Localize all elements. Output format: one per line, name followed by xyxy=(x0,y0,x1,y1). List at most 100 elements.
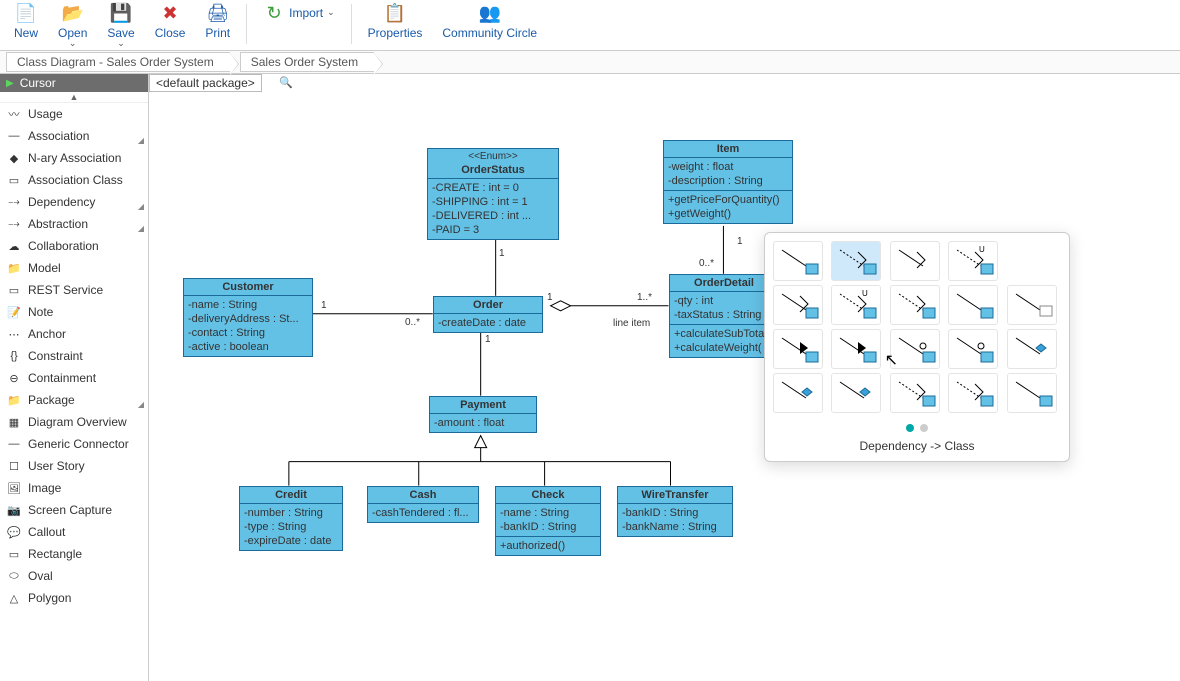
mult-label: 1 xyxy=(499,248,505,259)
palette-item-rectangle[interactable]: ▭Rectangle xyxy=(0,543,148,565)
community-button[interactable]: 👥Community Circle xyxy=(432,2,547,40)
palette-item-icon: — xyxy=(6,438,22,450)
palette-header[interactable]: ▶Cursor xyxy=(0,74,148,92)
palette-item-note[interactable]: 📝Note xyxy=(0,301,148,323)
palette-item-association-class[interactable]: ▭Association Class xyxy=(0,169,148,191)
class-cash[interactable]: Cash -cashTendered : fl... xyxy=(367,486,479,523)
resource-cell[interactable] xyxy=(831,373,881,413)
palette-item-constraint[interactable]: {}Constraint xyxy=(0,345,148,367)
mult-label: 0..* xyxy=(405,317,420,328)
resource-cell[interactable] xyxy=(948,285,998,325)
palette-item-icon: 📁 xyxy=(6,262,22,274)
palette-item-callout[interactable]: 💬Callout xyxy=(0,521,148,543)
pager-dots[interactable] xyxy=(773,421,1061,435)
class-member: -type : String xyxy=(244,520,338,534)
resource-cell[interactable] xyxy=(948,329,998,369)
resource-cell[interactable] xyxy=(890,285,940,325)
class-check[interactable]: Check -name : String-bankID : String +au… xyxy=(495,486,601,556)
palette-item-model[interactable]: 📁Model xyxy=(0,257,148,279)
resource-cell[interactable] xyxy=(1007,373,1057,413)
class-order[interactable]: Order -createDate : date xyxy=(433,296,543,333)
resource-cell[interactable] xyxy=(831,241,881,281)
palette-item-icon: ☁ xyxy=(6,240,22,252)
close-icon: ✖ xyxy=(159,2,181,24)
resource-cell[interactable] xyxy=(831,329,881,369)
palette-item-icon: ▭ xyxy=(6,548,22,560)
resource-picker-popup: UU Dependency -> Class xyxy=(764,232,1070,462)
palette-item-n-ary-association[interactable]: ◆N-ary Association xyxy=(0,147,148,169)
palette-item-anchor[interactable]: ⋯Anchor xyxy=(0,323,148,345)
palette-item-generic-connector[interactable]: —Generic Connector xyxy=(0,433,148,455)
palette-item-oval[interactable]: ⬭Oval xyxy=(0,565,148,587)
class-title: Order xyxy=(434,297,542,314)
class-orderdetail[interactable]: OrderDetail -qty : int-taxStatus : Strin… xyxy=(669,274,779,358)
class-customer[interactable]: Customer -name : String-deliveryAddress … xyxy=(183,278,313,357)
class-member: -amount : float xyxy=(434,416,532,430)
mult-label: 1..* xyxy=(637,292,652,303)
resource-cell[interactable] xyxy=(773,329,823,369)
resource-cell[interactable] xyxy=(1007,285,1057,325)
resource-cell[interactable]: U xyxy=(948,241,998,281)
palette-item-icon: 📝 xyxy=(6,306,22,318)
palette-item-icon: ⊖ xyxy=(6,372,22,384)
resource-cell[interactable] xyxy=(773,373,823,413)
resource-cell[interactable] xyxy=(773,285,823,325)
class-member: -qty : int xyxy=(674,294,774,308)
save-button[interactable]: 💾Save⌄ xyxy=(97,2,144,49)
palette-item-usage[interactable]: 〰Usage xyxy=(0,103,148,125)
palette-item-collaboration[interactable]: ☁Collaboration xyxy=(0,235,148,257)
class-member: -expireDate : date xyxy=(244,534,338,548)
palette-item-abstraction[interactable]: ⤍Abstraction◢ xyxy=(0,213,148,235)
breadcrumb-root[interactable]: Class Diagram - Sales Order System xyxy=(6,52,230,72)
new-button[interactable]: 📄New xyxy=(4,2,48,40)
open-button[interactable]: 📂Open⌄ xyxy=(48,2,97,49)
class-member: -name : String xyxy=(500,506,596,520)
palette-item-label: Dependency xyxy=(28,195,95,209)
import-button[interactable]: ↻Import⌄ xyxy=(253,2,345,24)
class-item[interactable]: Item -weight : float-description : Strin… xyxy=(663,140,793,224)
resource-cell[interactable] xyxy=(773,241,823,281)
class-member: -weight : float xyxy=(668,160,788,174)
resource-cell[interactable]: U xyxy=(831,285,881,325)
palette-item-label: REST Service xyxy=(28,283,103,297)
class-wiretransfer[interactable]: WireTransfer -bankID : String-bankName :… xyxy=(617,486,733,537)
class-member: -deliveryAddress : St... xyxy=(188,312,308,326)
palette-item-association[interactable]: —Association◢ xyxy=(0,125,148,147)
print-button[interactable]: 🖨Print xyxy=(195,2,240,40)
palette-item-dependency[interactable]: ⤍Dependency◢ xyxy=(0,191,148,213)
save-icon: 💾 xyxy=(110,2,132,24)
palette-item-rest-service[interactable]: ▭REST Service xyxy=(0,279,148,301)
palette-item-label: N-ary Association xyxy=(28,151,121,165)
resource-cell[interactable] xyxy=(890,241,940,281)
palette-item-image[interactable]: 🖼Image xyxy=(0,477,148,499)
close-button[interactable]: ✖Close xyxy=(145,2,196,40)
palette-item-icon: 📷 xyxy=(6,504,22,516)
class-orderstatus[interactable]: <<Enum>> OrderStatus -CREATE : int = 0-S… xyxy=(427,148,559,240)
package-label[interactable]: <default package> xyxy=(149,74,262,92)
palette-item-containment[interactable]: ⊖Containment xyxy=(0,367,148,389)
palette-item-label: Usage xyxy=(28,107,63,121)
import-icon: ↻ xyxy=(263,2,285,24)
class-member: -contact : String xyxy=(188,326,308,340)
class-payment[interactable]: Payment -amount : float xyxy=(429,396,537,433)
palette-item-icon: 🖼 xyxy=(6,482,22,494)
palette-item-polygon[interactable]: △Polygon xyxy=(0,587,148,609)
resource-cell[interactable] xyxy=(1007,329,1057,369)
search-icon[interactable]: 🔍 xyxy=(279,76,293,89)
properties-button[interactable]: 📋Properties xyxy=(358,2,433,40)
community-icon: 👥 xyxy=(479,2,501,24)
palette-item-screen-capture[interactable]: 📷Screen Capture xyxy=(0,499,148,521)
palette-item-icon: ⤍ xyxy=(6,218,22,230)
resource-cell[interactable] xyxy=(890,329,940,369)
palette-item-icon: △ xyxy=(6,592,22,604)
class-credit[interactable]: Credit -number : String-type : String-ex… xyxy=(239,486,343,551)
palette-item-diagram-overview[interactable]: ▦Diagram Overview xyxy=(0,411,148,433)
palette-item-label: Constraint xyxy=(28,349,83,363)
palette-item-user-story[interactable]: ☐User Story xyxy=(0,455,148,477)
breadcrumb-child[interactable]: Sales Order System xyxy=(240,52,374,72)
palette-collapse[interactable]: ▲ xyxy=(0,92,148,103)
class-stereotype: <<Enum>> xyxy=(428,149,558,162)
resource-cell[interactable] xyxy=(890,373,940,413)
resource-cell[interactable] xyxy=(948,373,998,413)
palette-item-package[interactable]: 📁Package◢ xyxy=(0,389,148,411)
